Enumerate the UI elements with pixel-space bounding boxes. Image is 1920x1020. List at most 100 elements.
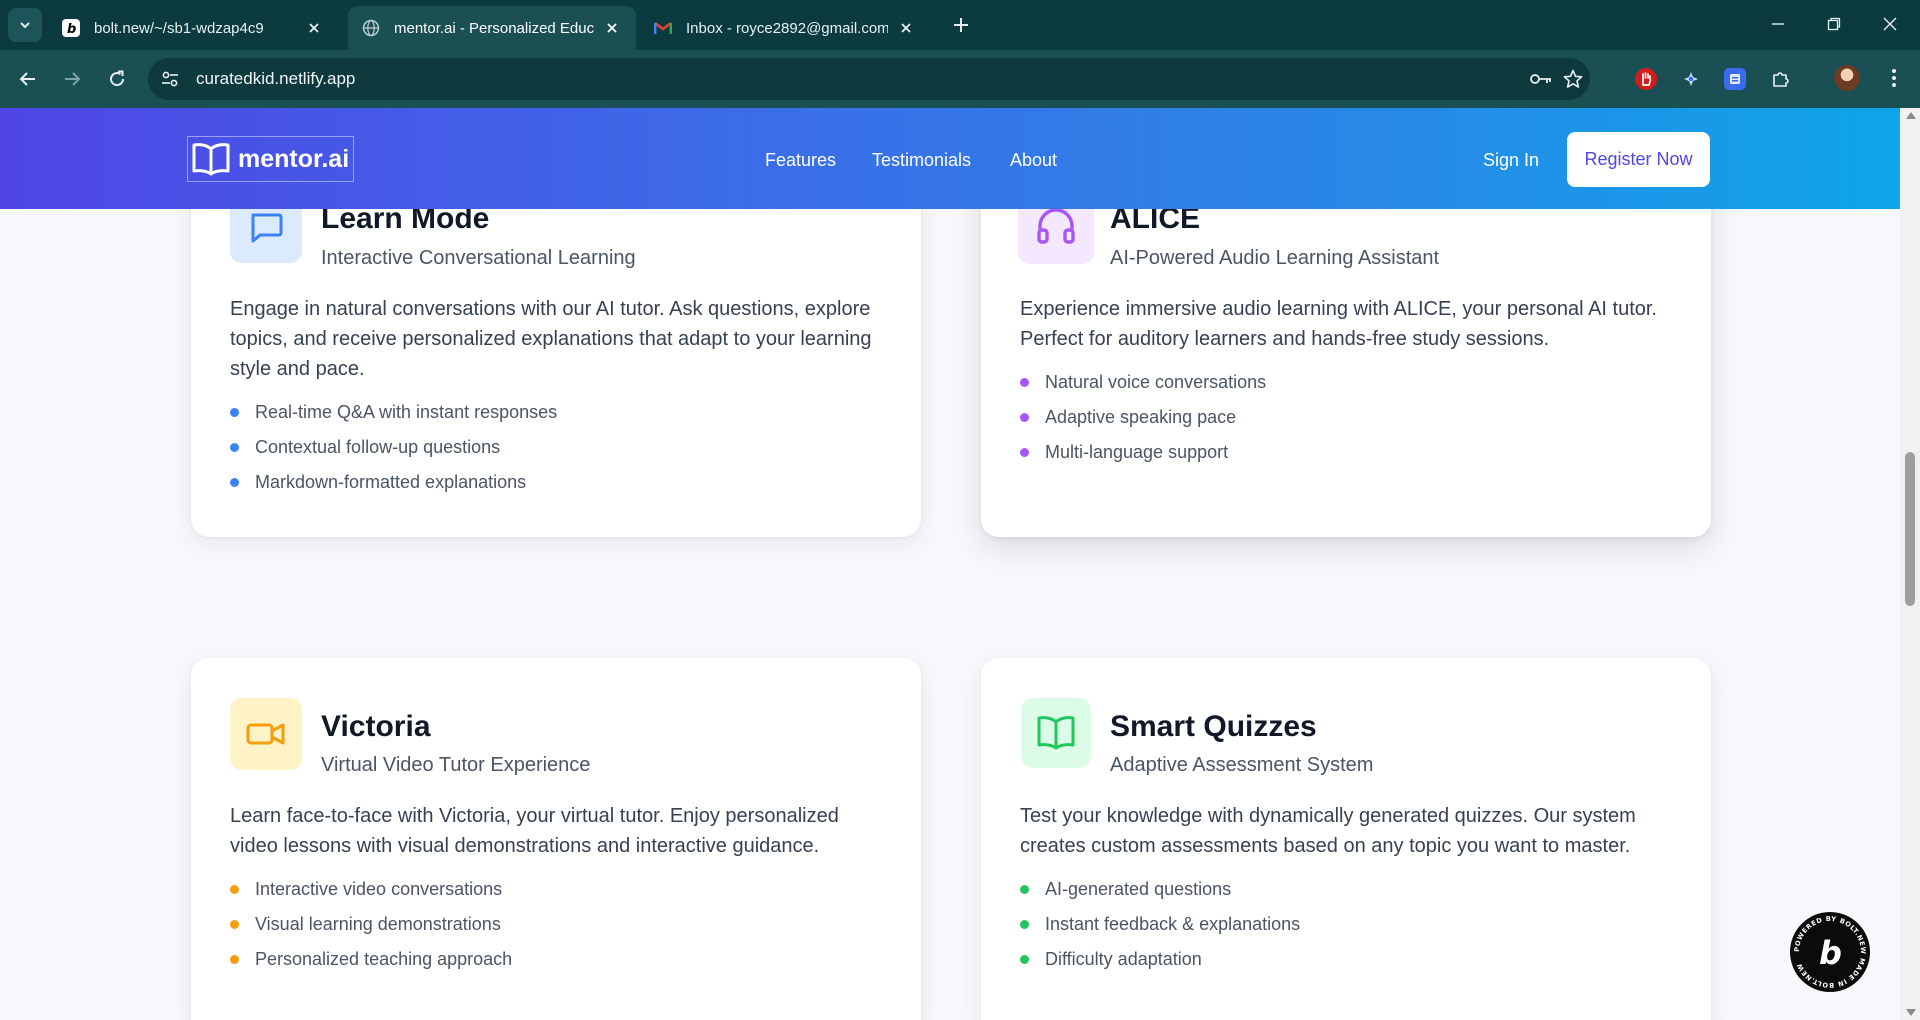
bullet-dot	[230, 955, 239, 964]
tab-bolt[interactable]: b bolt.new/~/sb1-wdzap4c9	[48, 6, 338, 50]
restore-icon	[1827, 17, 1841, 31]
back-button[interactable]	[14, 65, 42, 93]
close-icon[interactable]	[602, 18, 622, 38]
list-item: Natural voice conversations	[1020, 365, 1266, 400]
close-icon[interactable]	[896, 18, 916, 38]
feature-card-smart-quizzes: Smart Quizzes Adaptive Assessment System…	[981, 658, 1711, 1020]
restore-button[interactable]	[1822, 12, 1846, 36]
feature-title: Smart Quizzes	[1110, 710, 1317, 743]
bullet-dot	[230, 408, 239, 417]
tab-gmail[interactable]: Inbox - royce2892@gmail.com	[640, 6, 930, 50]
feature-subtitle: Virtual Video Tutor Experience	[321, 754, 591, 776]
feature-bullet-list: Real-time Q&A with instant responses Con…	[230, 395, 557, 500]
bullet-text: Contextual follow-up questions	[255, 437, 501, 457]
password-key-icon[interactable]	[1530, 68, 1552, 90]
list-item: Personalized teaching approach	[230, 942, 512, 977]
list-item: Difficulty adaptation	[1020, 942, 1300, 977]
bolt-badge-icon[interactable]: POWERED BY BOLT.NEW MADE IN BOLT.NEW b	[1790, 912, 1870, 992]
tab-title: mentor.ai - Personalized Educat	[394, 19, 594, 37]
logo-text: mentor.ai	[238, 144, 350, 173]
profile-avatar[interactable]	[1834, 65, 1860, 91]
bullet-dot	[1020, 448, 1029, 457]
browser-tab-strip: b bolt.new/~/sb1-wdzap4c9 mentor.ai - Pe…	[0, 0, 1920, 50]
bullet-dot	[230, 920, 239, 929]
new-tab-button[interactable]	[950, 14, 972, 36]
svg-text:b: b	[1819, 934, 1842, 972]
reload-button[interactable]	[103, 65, 131, 93]
feature-card-alice: ALICE AI-Powered Audio Learning Assistan…	[981, 168, 1711, 537]
scroll-down-arrow[interactable]	[1906, 1009, 1916, 1016]
list-item: Markdown-formatted explanations	[230, 465, 557, 500]
nav-link-testimonials[interactable]: Testimonials	[872, 150, 971, 171]
tab-mentor-ai[interactable]: mentor.ai - Personalized Educat	[348, 6, 636, 50]
feature-title: Victoria	[321, 710, 431, 743]
feature-card-learn-mode: Learn Mode Interactive Conversational Le…	[191, 168, 921, 537]
list-item: Multi-language support	[1020, 435, 1266, 470]
extension-docs-icon[interactable]	[1724, 68, 1746, 90]
nav-link-features[interactable]: Features	[765, 150, 836, 171]
more-vert-icon	[1892, 69, 1896, 87]
bullet-dot	[230, 478, 239, 487]
extensions-puzzle-icon[interactable]	[1770, 68, 1792, 90]
browser-menu-button[interactable]	[1882, 66, 1906, 90]
register-now-button[interactable]: Register Now	[1567, 132, 1710, 187]
scrollbar-thumb[interactable]	[1905, 452, 1915, 606]
arrow-right-icon	[65, 72, 81, 86]
feature-bullet-list: Interactive video conversations Visual l…	[230, 872, 512, 977]
bullet-text: Personalized teaching approach	[255, 949, 513, 969]
list-item: AI-generated questions	[1020, 872, 1300, 907]
browser-toolbar: curatedkid.netlify.app	[0, 50, 1920, 108]
scroll-up-arrow[interactable]	[1906, 112, 1916, 119]
tab-title: bolt.new/~/sb1-wdzap4c9	[94, 19, 264, 37]
bullet-text: Interactive video conversations	[255, 879, 503, 899]
bookmark-star-icon[interactable]	[1562, 68, 1584, 90]
bullet-text: Real-time Q&A with instant responses	[255, 402, 558, 422]
list-item: Real-time Q&A with instant responses	[230, 395, 557, 430]
forward-button[interactable]	[58, 65, 86, 93]
url-text: curatedkid.netlify.app	[196, 69, 356, 88]
gmail-icon	[654, 19, 672, 37]
arrow-left-icon	[19, 72, 35, 86]
extension-puzzle-blue-icon[interactable]	[1680, 68, 1702, 90]
bullet-text: AI-generated questions	[1045, 879, 1232, 899]
page-scrollbar[interactable]	[1900, 108, 1920, 1020]
list-item: Interactive video conversations	[230, 872, 512, 907]
bullet-dot	[1020, 378, 1029, 387]
minimize-icon	[1772, 23, 1784, 25]
feature-subtitle: Interactive Conversational Learning	[321, 247, 636, 269]
bullet-dot	[1020, 920, 1029, 929]
bullet-dot	[1020, 955, 1029, 964]
feature-description: Engage in natural conversations with our…	[230, 298, 872, 380]
bullet-dot	[1020, 413, 1029, 422]
svg-text:b: b	[67, 22, 76, 37]
bullet-text: Visual learning demonstrations	[255, 914, 501, 934]
chevron-down-icon	[20, 22, 30, 29]
feature-description: Experience immersive audio learning with…	[1020, 298, 1657, 350]
close-window-button[interactable]	[1878, 12, 1902, 36]
site-logo[interactable]: mentor.ai	[187, 136, 355, 182]
close-icon[interactable]	[304, 18, 324, 38]
video-camera-icon	[230, 698, 302, 770]
site-header: mentor.ai Features Testimonials About Si…	[0, 108, 1900, 209]
close-icon	[1883, 17, 1897, 31]
tab-search-button[interactable]	[8, 8, 42, 42]
minimize-button[interactable]	[1766, 12, 1790, 36]
feature-bullet-list: Natural voice conversations Adaptive spe…	[1020, 365, 1266, 470]
sign-in-link[interactable]: Sign In	[1483, 150, 1539, 171]
bullet-text: Markdown-formatted explanations	[255, 472, 527, 492]
feature-description: Learn face-to-face with Victoria, your v…	[230, 805, 839, 857]
plus-icon	[954, 18, 968, 32]
bullet-dot	[1020, 885, 1029, 894]
bolt-icon: b	[62, 19, 80, 37]
bullet-text: Natural voice conversations	[1045, 372, 1267, 392]
open-book-logo-icon	[192, 143, 230, 176]
list-item: Contextual follow-up questions	[230, 430, 557, 465]
nav-link-about[interactable]: About	[1010, 150, 1057, 171]
bullet-text: Difficulty adaptation	[1045, 949, 1202, 969]
bullet-dot	[230, 443, 239, 452]
tab-title: Inbox - royce2892@gmail.com	[686, 19, 888, 37]
extension-stop-icon[interactable]	[1635, 68, 1657, 90]
site-info-icon[interactable]	[160, 69, 180, 89]
address-bar[interactable]: curatedkid.netlify.app	[148, 58, 1590, 100]
globe-icon	[362, 19, 380, 37]
